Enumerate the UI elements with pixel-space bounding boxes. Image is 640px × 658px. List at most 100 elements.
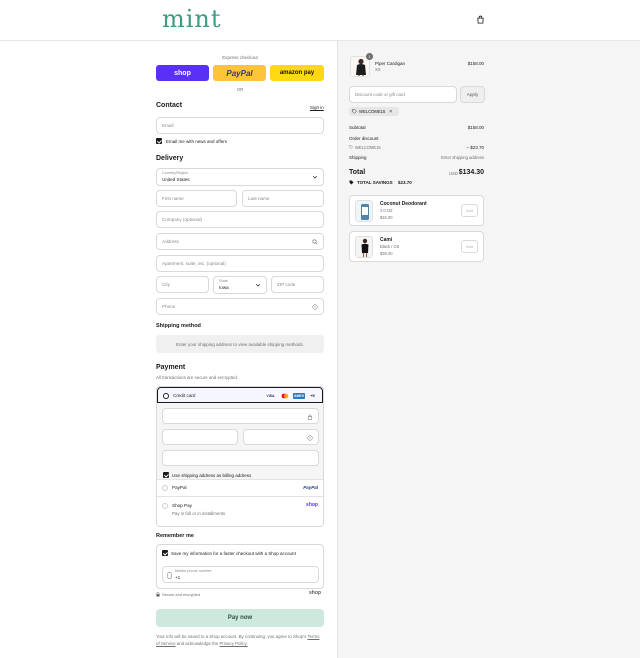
save-info-label: Save my information for a faster checkou…: [171, 550, 296, 556]
shop-pay-option[interactable]: Shop Pay Pay in full or in installments …: [157, 497, 323, 527]
card-number-field[interactable]: [162, 408, 319, 424]
shop-pay-radio[interactable]: [162, 503, 168, 509]
store-logo[interactable]: mint: [162, 5, 222, 33]
upsell-variant: Black / OS: [380, 244, 400, 249]
checkout-form: Express checkout shop PayPal amazon pay …: [0, 41, 337, 658]
credit-card-radio[interactable]: [163, 392, 169, 399]
first-name-placeholder: First name: [162, 196, 184, 201]
apartment-placeholder: Apartment, suite, etc. (optional): [162, 261, 226, 266]
remove-discount-icon[interactable]: ×: [389, 109, 392, 115]
security-code-field[interactable]: ?: [243, 429, 319, 445]
lock-icon: [307, 414, 313, 420]
shop-pay-label: Shop Pay: [172, 503, 192, 508]
privacy-link[interactable]: Privacy Policy.: [220, 641, 248, 646]
news-checkbox-label: Email me with news and offers: [166, 138, 227, 144]
upsell-card: Cami Black / OS $38.00 Add: [349, 231, 484, 262]
upsell-name: Cami: [380, 237, 393, 243]
state-select[interactable]: State Iowa: [213, 276, 267, 294]
billing-address-checkbox[interactable]: [163, 472, 169, 478]
discount-code-applied: WELCOME15: [355, 145, 381, 150]
tag-icon: [352, 109, 357, 114]
upsell-card: Coconut Deodorant 2.0 OZ $15.00 Add: [349, 195, 484, 226]
legal-text: Your info will be saved to a Shop accoun…: [156, 633, 324, 647]
email-field[interactable]: Email: [156, 117, 324, 134]
discount-code-field[interactable]: Discount code or gift card: [349, 86, 457, 103]
upsell-variant: 2.0 OZ: [380, 208, 393, 213]
help-icon[interactable]: ?: [307, 435, 313, 441]
apply-button[interactable]: Apply: [460, 86, 485, 103]
mobile-phone-field[interactable]: Mobile phone number +1: [162, 566, 319, 583]
savings-tag-icon: [349, 180, 354, 185]
country-select[interactable]: Country/Region United States: [156, 168, 324, 186]
company-field[interactable]: Company (optional): [156, 211, 324, 228]
company-placeholder: Company (optional): [162, 217, 203, 222]
add-upsell-button[interactable]: Add: [461, 240, 478, 253]
paypal-logo: PayPal: [303, 484, 318, 490]
remember-me-heading: Remember me: [156, 533, 194, 539]
country-label: Country/Region: [162, 171, 189, 175]
help-icon[interactable]: ?: [312, 304, 318, 310]
delivery-heading: Delivery: [156, 155, 184, 162]
phone-field[interactable]: Phone ?: [156, 298, 324, 315]
mobile-phone-label: Mobile phone number: [175, 569, 212, 573]
zip-field[interactable]: ZIP code: [271, 276, 324, 293]
more-cards-badge: +5: [310, 394, 315, 398]
address-field[interactable]: Address: [156, 233, 324, 250]
svg-text:?: ?: [309, 436, 311, 440]
country-value: United States: [162, 176, 190, 182]
last-name-field[interactable]: Last name: [242, 190, 324, 207]
payment-methods: Credit card VISA AMEX +5 ? Use shipping …: [156, 386, 324, 527]
city-field[interactable]: City: [156, 276, 209, 293]
expiration-field[interactable]: [162, 429, 238, 445]
item-name: Piper Cardigan: [375, 61, 406, 66]
email-placeholder: Email: [162, 123, 174, 128]
search-icon: [312, 239, 318, 245]
paypal-option[interactable]: PayPal PayPal: [157, 480, 323, 497]
total-savings-value: $23.70: [398, 180, 412, 185]
add-upsell-button[interactable]: Add: [461, 204, 478, 217]
payment-heading: Payment: [156, 364, 186, 371]
shop-logo: shop: [306, 502, 318, 508]
discount-tag-label: WELCOME15: [359, 109, 386, 114]
sign-in-link[interactable]: Sign in: [310, 105, 324, 110]
contact-heading: Contact: [156, 102, 183, 109]
paypal-label: PayPal: [172, 485, 187, 490]
remember-me-box: Save my information for a faster checkou…: [156, 544, 324, 589]
shipping-value: Enter shipping address: [441, 155, 484, 160]
save-info-checkbox[interactable]: [162, 550, 168, 556]
amazon-pay-button[interactable]: amazon pay: [270, 65, 324, 81]
news-checkbox[interactable]: [156, 138, 162, 144]
visa-icon: VISA: [265, 393, 276, 399]
city-placeholder: City: [162, 282, 170, 287]
lock-icon: [156, 592, 160, 597]
item-price: $158.00: [467, 61, 484, 66]
upsell-price: $38.00: [380, 251, 393, 256]
upsell-name: Coconut Deodorant: [380, 201, 427, 207]
shop-pay-button[interactable]: shop: [156, 65, 209, 81]
express-checkout-label: Express checkout: [222, 55, 258, 60]
discount-tag: WELCOME15 ×: [349, 107, 399, 116]
upsell-thumbnail: [355, 236, 373, 258]
amex-icon: AMEX: [293, 393, 305, 399]
address-placeholder: Address: [162, 239, 179, 244]
apartment-field[interactable]: Apartment, suite, etc. (optional): [156, 255, 324, 272]
tag-icon: [349, 145, 353, 149]
mobile-phone-value: +1: [175, 574, 181, 580]
mastercard-icon: [279, 393, 290, 399]
name-on-card-field[interactable]: [162, 450, 319, 466]
order-discount-label: Order discount: [349, 136, 379, 141]
paypal-button[interactable]: PayPal: [213, 65, 266, 81]
legal-body: Your info will be saved to a Shop accoun…: [156, 634, 307, 639]
total-savings-label: TOTAL SAVINGS: [357, 180, 393, 185]
credit-card-option[interactable]: Credit card VISA AMEX +5: [157, 387, 323, 403]
subtotal-label: Subtotal: [349, 125, 366, 130]
discount-value: – $23.70: [466, 145, 484, 150]
last-name-placeholder: Last name: [248, 196, 270, 201]
header: mint: [0, 0, 640, 41]
shopping-bag-icon[interactable]: [476, 15, 485, 24]
chevron-down-icon: [312, 175, 318, 179]
pay-now-button[interactable]: Pay now: [156, 609, 324, 627]
credit-card-label: Credit card: [173, 393, 196, 398]
first-name-field[interactable]: First name: [156, 190, 237, 207]
paypal-radio[interactable]: [162, 485, 168, 491]
